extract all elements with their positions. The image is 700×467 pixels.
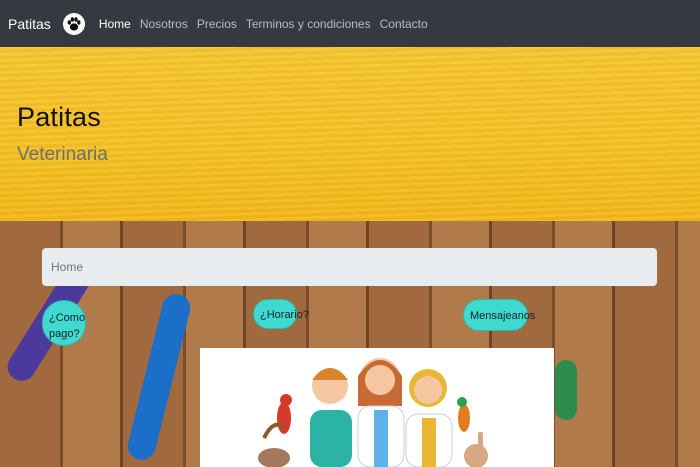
brand-name: Patitas	[8, 15, 51, 32]
paw-icon	[62, 12, 85, 35]
como-pago-line1: ¿Como	[49, 312, 86, 324]
nav-home[interactable]: Home	[99, 17, 131, 31]
nav-precios[interactable]: Precios	[197, 17, 237, 31]
breadcrumb-home[interactable]: Home	[51, 260, 83, 274]
nav-terminos[interactable]: Terminos y condiciones	[246, 17, 371, 31]
hero-title: Patitas	[17, 102, 101, 132]
nav-links: Home Nosotros Precios Terminos y condici…	[99, 17, 437, 31]
green-toy	[555, 360, 577, 420]
nav-nosotros[interactable]: Nosotros	[140, 17, 188, 31]
veterinarians-image	[200, 348, 554, 467]
horario-button[interactable]: ¿Horario?	[253, 299, 309, 329]
brand-link[interactable]: Patitas	[8, 12, 85, 35]
como-pago-button[interactable]: ¿Como pago?	[42, 300, 86, 346]
como-pago-line2: pago?	[49, 328, 80, 340]
breadcrumb: Home	[42, 248, 657, 286]
nav-contacto[interactable]: Contacto	[380, 17, 428, 31]
navbar: Patitas Home Nosotros Precios Terminos y…	[0, 0, 700, 47]
mensajeanos-button[interactable]: Mensajeanos	[463, 299, 535, 331]
hero-banner: Patitas Veterinaria	[0, 47, 700, 221]
veterinarians-illustration	[258, 358, 488, 467]
hero-subtitle: Veterinaria	[17, 144, 108, 165]
